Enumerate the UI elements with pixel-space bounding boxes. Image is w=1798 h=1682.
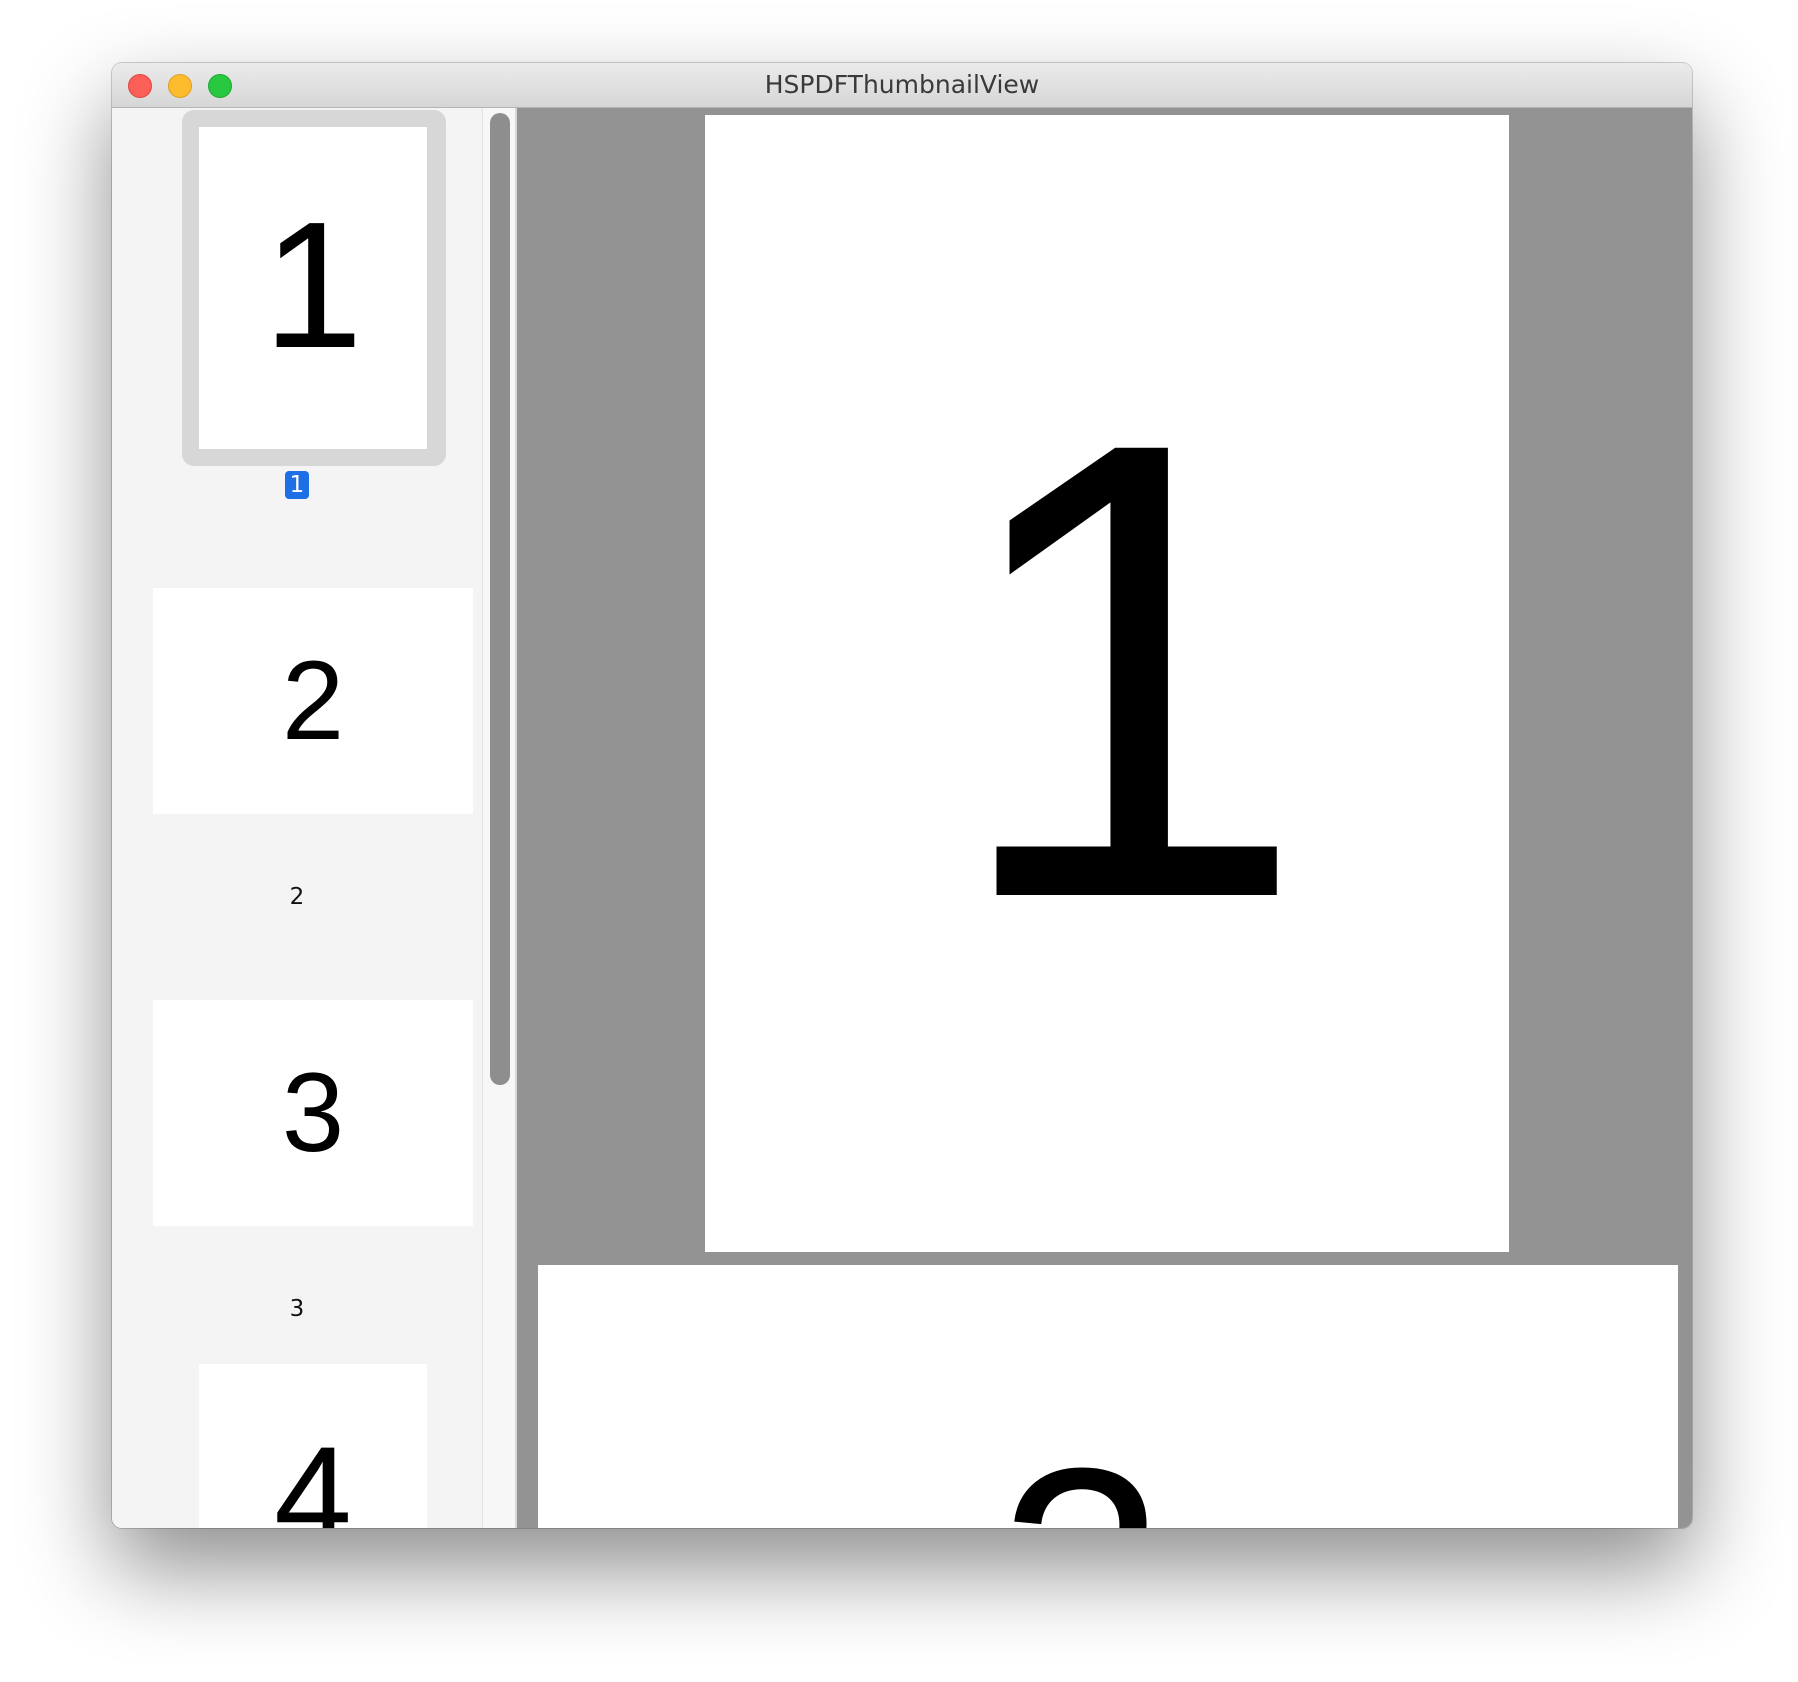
- window-title: HSPDFThumbnailView: [764, 70, 1040, 99]
- thumbnail-page-2-text: 2: [281, 638, 345, 763]
- thumbnail-page-4[interactable]: 4: [199, 1364, 427, 1528]
- document-page-2-text: 2: [998, 1423, 1165, 1528]
- pdf-document-view[interactable]: 1 2: [517, 108, 1692, 1528]
- thumbnail-label-2-text: 2: [289, 884, 305, 910]
- thumbnail-page-1[interactable]: 1: [199, 127, 427, 449]
- sidebar-scrollbar-thumb[interactable]: [490, 113, 510, 1085]
- thumbnail-sidebar[interactable]: 1 1 2 2 3 3 4: [112, 108, 515, 1528]
- document-page-1: 1: [705, 115, 1509, 1252]
- thumbnail-page-3-text: 3: [281, 1050, 345, 1175]
- document-page-2: 2: [538, 1265, 1678, 1528]
- document-page-1-text: 1: [947, 307, 1309, 1033]
- thumbnail-page-3[interactable]: 3: [153, 1000, 473, 1226]
- title-bar[interactable]: HSPDFThumbnailView: [112, 63, 1692, 108]
- thumbnail-label-1-badge: 1: [284, 471, 310, 499]
- thumbnail-label-1: 1: [112, 471, 482, 499]
- thumbnail-label-3-text: 3: [289, 1296, 305, 1322]
- thumbnail-page-4-text: 4: [274, 1417, 352, 1529]
- app-window: HSPDFThumbnailView 1 1 2 2 3 3 4 1: [112, 63, 1692, 1528]
- thumbnail-page-2[interactable]: 2: [153, 588, 473, 814]
- thumbnail-label-3: 3: [112, 1296, 482, 1322]
- thumbnail-label-2: 2: [112, 884, 482, 910]
- thumbnail-page-1-text: 1: [262, 185, 364, 386]
